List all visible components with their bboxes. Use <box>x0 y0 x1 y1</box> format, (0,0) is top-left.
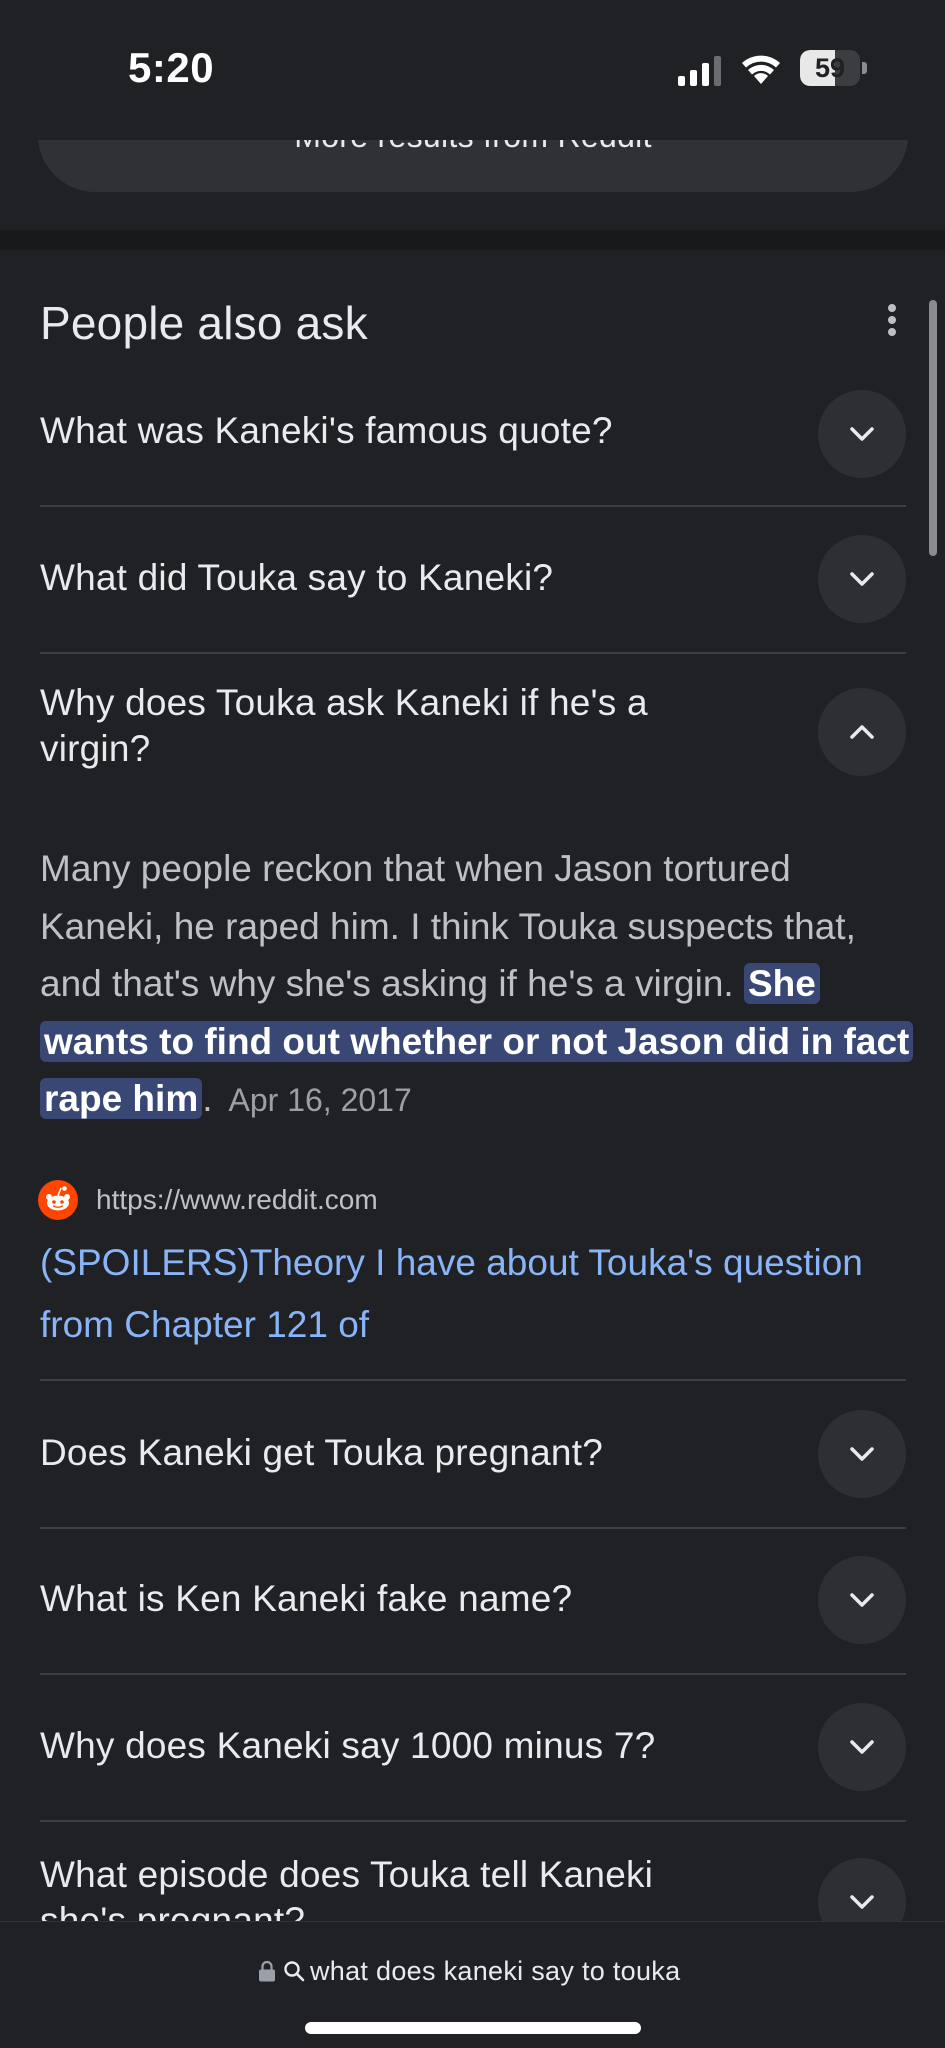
answer-end: . <box>202 1078 213 1119</box>
question-item[interactable]: What was Kaneki's famous quote? <box>40 390 906 478</box>
chevron-down-icon <box>850 572 874 586</box>
question-text: Does Kaneki get Touka pregnant? <box>40 1432 603 1473</box>
address-bar[interactable]: what does kaneki say to touka <box>0 1921 945 2048</box>
question-item[interactable]: What did Touka say to Kaneki? <box>40 535 906 623</box>
chevron-down-icon <box>850 1593 874 1607</box>
search-results-page: More results from Reddit 5:20 59 People … <box>0 0 945 2048</box>
lock-icon <box>259 1960 275 1982</box>
question-text: What is Ken Kaneki fake name? <box>40 1578 573 1619</box>
status-time: 5:20 <box>128 44 215 91</box>
chevron-down-icon <box>850 1740 874 1754</box>
expand-button[interactable] <box>818 535 906 623</box>
people-also-ask-title: People also ask <box>40 297 368 349</box>
section-divider <box>0 230 945 250</box>
expand-button[interactable] <box>818 1556 906 1644</box>
divider <box>40 1820 906 1822</box>
expand-button[interactable] <box>818 390 906 478</box>
question-text: Why does Touka ask Kaneki if he's a virg… <box>40 682 648 769</box>
expand-button[interactable] <box>818 1410 906 1498</box>
status-bar: 5:20 59 <box>0 0 945 140</box>
search-icon <box>284 1961 305 1982</box>
source-url[interactable]: https://www.reddit.com <box>96 1184 378 1216</box>
collapse-button[interactable] <box>818 688 906 776</box>
result-title-link[interactable]: (SPOILERS)Theory I have about Touka's qu… <box>40 1232 910 1356</box>
answer-snippet: Many people reckon that when Jason tortu… <box>40 840 914 1130</box>
divider <box>40 1673 906 1675</box>
chevron-down-icon <box>850 1895 874 1909</box>
question-item-expanded[interactable]: Why does Touka ask Kaneki if he's a virg… <box>40 680 906 780</box>
chevron-up-icon <box>850 725 874 739</box>
expand-button[interactable] <box>818 1703 906 1791</box>
wifi-icon <box>742 55 780 84</box>
reddit-logo-icon <box>38 1180 78 1220</box>
chevron-down-icon <box>850 427 874 441</box>
question-item[interactable]: Does Kaneki get Touka pregnant? <box>40 1410 906 1498</box>
scrollbar-thumb[interactable] <box>929 300 937 556</box>
answer-date: Apr 16, 2017 <box>228 1082 412 1118</box>
search-query[interactable]: what does kaneki say to touka <box>310 1956 680 1987</box>
chevron-down-icon <box>850 1447 874 1461</box>
signal-icon <box>678 56 721 86</box>
question-text: What was Kaneki's famous quote? <box>40 410 613 451</box>
question-item[interactable]: What is Ken Kaneki fake name? <box>40 1556 906 1644</box>
divider <box>40 652 906 654</box>
divider <box>40 505 906 507</box>
answer-text: Many people reckon that when Jason tortu… <box>40 848 856 1004</box>
question-text: What did Touka say to Kaneki? <box>40 557 554 598</box>
battery-level: 59 <box>814 53 846 83</box>
divider <box>40 1527 906 1529</box>
question-text: Why does Kaneki say 1000 minus 7? <box>40 1725 656 1766</box>
home-indicator[interactable] <box>305 2022 641 2034</box>
battery-icon: 59 <box>800 50 868 86</box>
more-options-icon[interactable] <box>872 300 912 340</box>
divider <box>40 1379 906 1381</box>
question-item[interactable]: Why does Kaneki say 1000 minus 7? <box>40 1703 906 1791</box>
